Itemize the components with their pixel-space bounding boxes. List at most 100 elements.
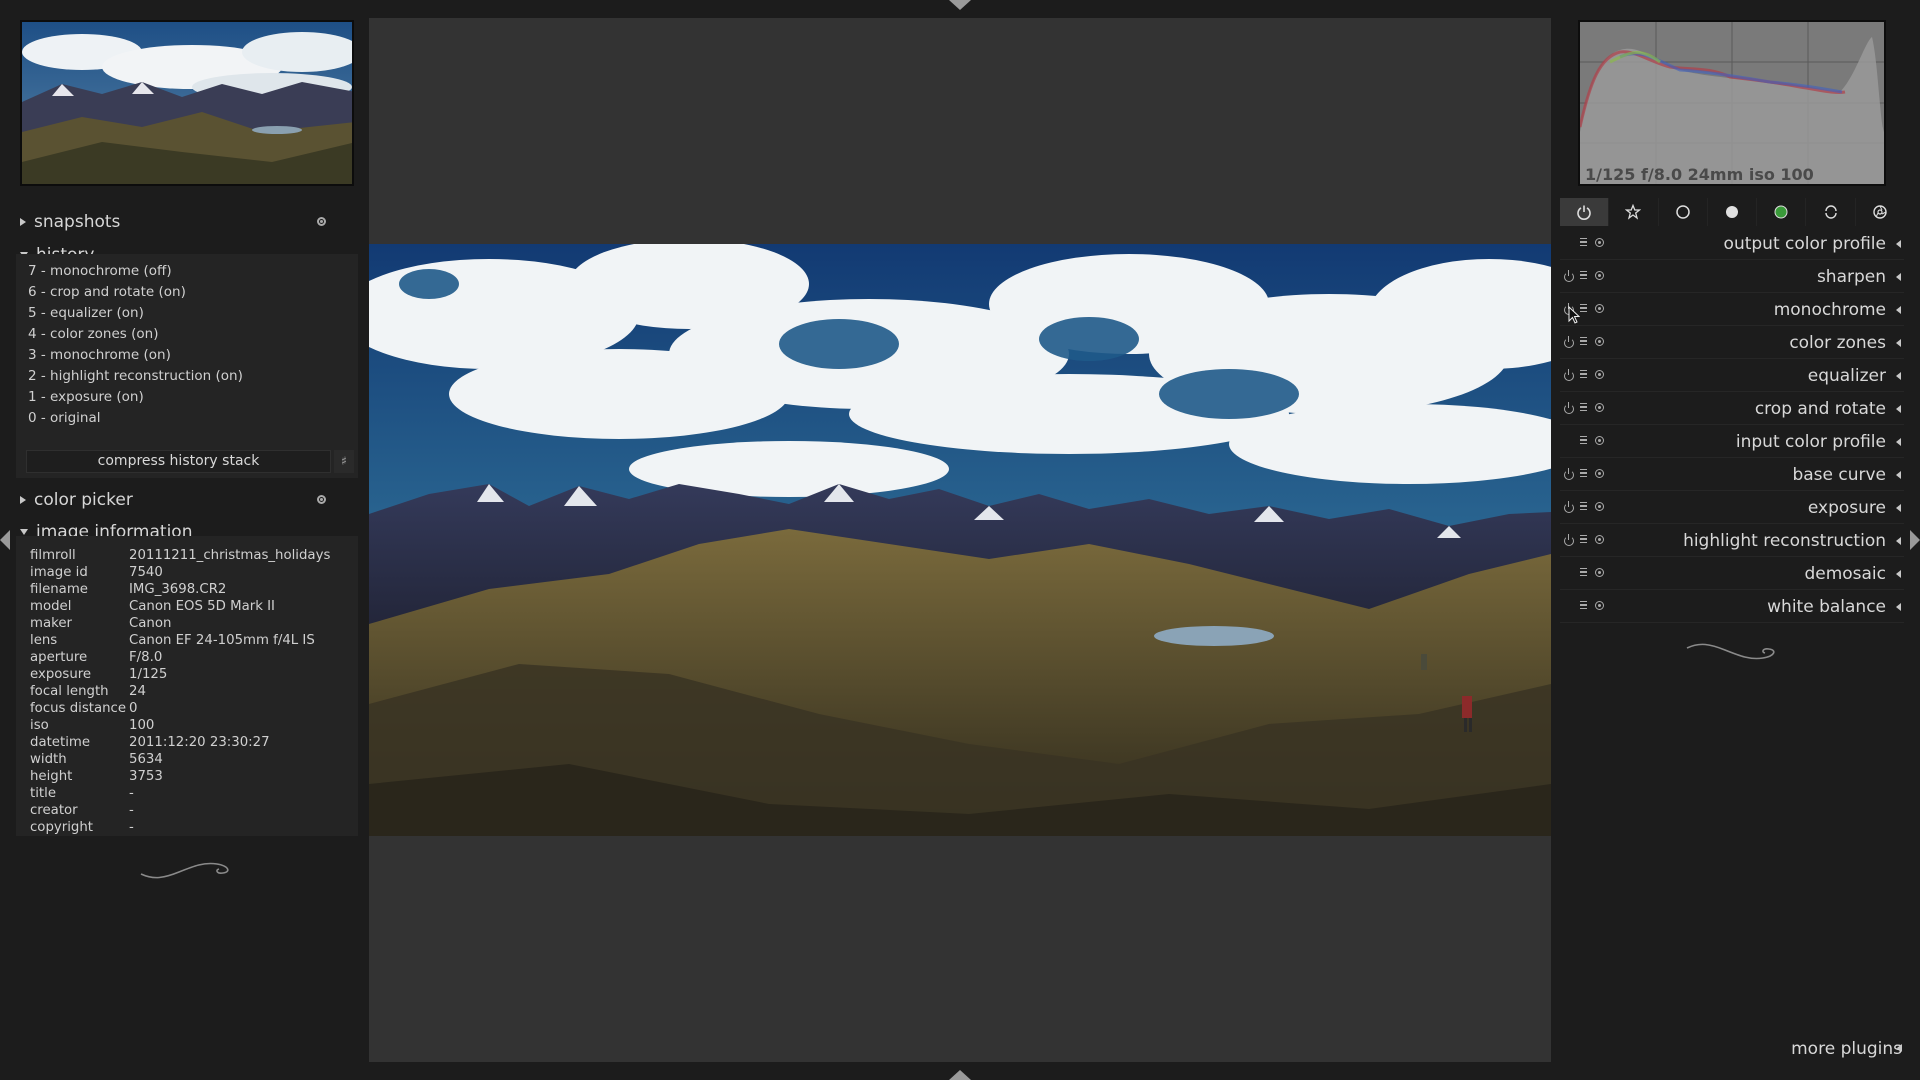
presets-icon[interactable] (317, 495, 326, 504)
presets-icon[interactable] (1595, 601, 1604, 610)
module-output-color-profile[interactable]: output color profile (1560, 229, 1904, 260)
multi-instance-menu-icon[interactable] (1580, 370, 1587, 378)
presets-icon[interactable] (1595, 370, 1604, 379)
module-base-curve[interactable]: base curve (1560, 460, 1904, 491)
history-item[interactable]: 2 - highlight reconstruction (on) (28, 368, 243, 384)
module-monochrome[interactable]: monochrome (1560, 295, 1904, 326)
info-row: maker Canon (30, 616, 171, 631)
presets-icon[interactable] (317, 217, 326, 226)
collapse-left-panel-arrow-icon[interactable] (0, 530, 10, 550)
histogram[interactable]: 1/125 f/8.0 24mm iso 100 (1578, 20, 1886, 186)
module-sharpen[interactable]: sharpen (1560, 262, 1904, 293)
favorites-tab[interactable] (1609, 198, 1659, 226)
navigation-thumbnail[interactable] (20, 20, 354, 186)
aperture-icon (1873, 205, 1887, 219)
multi-instance-menu-icon[interactable] (1580, 601, 1587, 609)
module-crop-and-rotate[interactable]: crop and rotate (1560, 394, 1904, 425)
expand-arrow-icon[interactable] (1897, 1044, 1902, 1052)
multi-instance-menu-icon[interactable] (1580, 403, 1587, 411)
multi-instance-menu-icon[interactable] (1580, 436, 1587, 444)
create-style-icon[interactable]: ♯ (334, 450, 354, 473)
module-group-tabs (1560, 198, 1904, 226)
history-item[interactable]: 6 - crop and rotate (on) (28, 284, 186, 300)
panel-end-ornament-icon (1686, 643, 1775, 660)
power-icon[interactable] (1564, 369, 1574, 381)
info-value: Canon (129, 616, 172, 631)
presets-icon[interactable] (1595, 535, 1604, 544)
module-label: output color profile (1723, 234, 1886, 254)
power-icon[interactable] (1564, 534, 1574, 546)
active-modules-tab[interactable] (1560, 198, 1610, 226)
info-row: copyright - (30, 820, 134, 835)
power-icon[interactable] (1564, 402, 1574, 414)
info-key: image id (30, 565, 88, 580)
info-value: - (129, 820, 134, 835)
main-photo[interactable] (369, 244, 1551, 836)
color-group-tab[interactable] (1757, 198, 1807, 226)
image-canvas[interactable] (369, 18, 1551, 1062)
module-label: white balance (1767, 597, 1886, 617)
module-white-balance[interactable]: white balance (1560, 592, 1904, 623)
info-row: image id 7540 (30, 565, 163, 580)
history-item[interactable]: 4 - color zones (on) (28, 326, 158, 342)
presets-icon[interactable] (1595, 469, 1604, 478)
basic-group-tab[interactable] (1659, 198, 1708, 226)
presets-icon[interactable] (1595, 238, 1604, 247)
multi-instance-menu-icon[interactable] (1580, 469, 1587, 477)
multi-instance-menu-icon[interactable] (1580, 337, 1587, 345)
module-highlight-reconstruction[interactable]: highlight reconstruction (1560, 526, 1904, 557)
power-icon[interactable] (1564, 270, 1574, 282)
darkroom-window: snapshots history 7 - monochrome (off) 6… (0, 0, 1920, 1080)
snapshots-header[interactable]: snapshots (14, 208, 360, 236)
more-plugins-button[interactable]: more plugins (1791, 1039, 1902, 1059)
power-icon[interactable] (1564, 501, 1574, 513)
multi-instance-menu-icon[interactable] (1580, 535, 1587, 543)
correct-group-tab[interactable] (1806, 198, 1856, 226)
info-value: 5634 (129, 752, 163, 767)
history-item[interactable]: 1 - exposure (on) (28, 389, 144, 405)
history-item[interactable]: 0 - original (28, 410, 101, 426)
history-item[interactable]: 5 - equalizer (on) (28, 305, 144, 321)
presets-icon[interactable] (1595, 403, 1604, 412)
power-icon[interactable] (1564, 468, 1574, 480)
module-exposure[interactable]: exposure (1560, 493, 1904, 524)
multi-instance-menu-icon[interactable] (1580, 502, 1587, 510)
presets-icon[interactable] (1595, 271, 1604, 280)
multi-instance-menu-icon[interactable] (1580, 568, 1587, 576)
expand-arrow-icon (1896, 405, 1901, 413)
presets-icon[interactable] (1595, 502, 1604, 511)
module-color-zones[interactable]: color zones (1560, 328, 1904, 359)
color-picker-header[interactable]: color picker (14, 486, 360, 514)
info-value: 20111211_christmas_holidays (129, 548, 331, 563)
module-demosaic[interactable]: demosaic (1560, 559, 1904, 590)
info-row: exposure 1/125 (30, 667, 167, 682)
history-item[interactable]: 7 - monochrome (off) (28, 263, 172, 279)
multi-instance-menu-icon[interactable] (1580, 304, 1587, 312)
compress-history-button[interactable]: compress history stack (26, 450, 331, 473)
module-label: base curve (1792, 465, 1886, 485)
collapse-top-panel-arrow-icon[interactable] (949, 0, 971, 10)
module-equalizer[interactable]: equalizer (1560, 361, 1904, 392)
info-key: focus distance (30, 701, 127, 716)
module-label: exposure (1807, 498, 1886, 518)
collapse-bottom-panel-arrow-icon[interactable] (949, 1070, 971, 1080)
info-key: lens (30, 633, 58, 648)
effects-group-tab[interactable] (1856, 198, 1904, 226)
presets-icon[interactable] (1595, 304, 1604, 313)
module-input-color-profile[interactable]: input color profile (1560, 427, 1904, 458)
presets-icon[interactable] (1595, 337, 1604, 346)
info-row: filmroll 20111211_christmas_holidays (30, 548, 330, 563)
presets-icon[interactable] (1595, 568, 1604, 577)
collapse-right-panel-arrow-icon[interactable] (1910, 530, 1920, 550)
exif-summary: 1/125 f/8.0 24mm iso 100 (1585, 165, 1814, 184)
star-icon (1625, 204, 1642, 220)
tone-group-tab[interactable] (1708, 198, 1758, 226)
multi-instance-menu-icon[interactable] (1580, 271, 1587, 279)
expand-arrow-icon (1896, 537, 1901, 545)
info-key: filmroll (30, 548, 76, 563)
history-item[interactable]: 3 - monochrome (on) (28, 347, 171, 363)
power-icon[interactable] (1564, 336, 1574, 348)
presets-icon[interactable] (1595, 436, 1604, 445)
multi-instance-menu-icon[interactable] (1580, 238, 1587, 246)
expand-arrow-icon (1896, 306, 1901, 314)
